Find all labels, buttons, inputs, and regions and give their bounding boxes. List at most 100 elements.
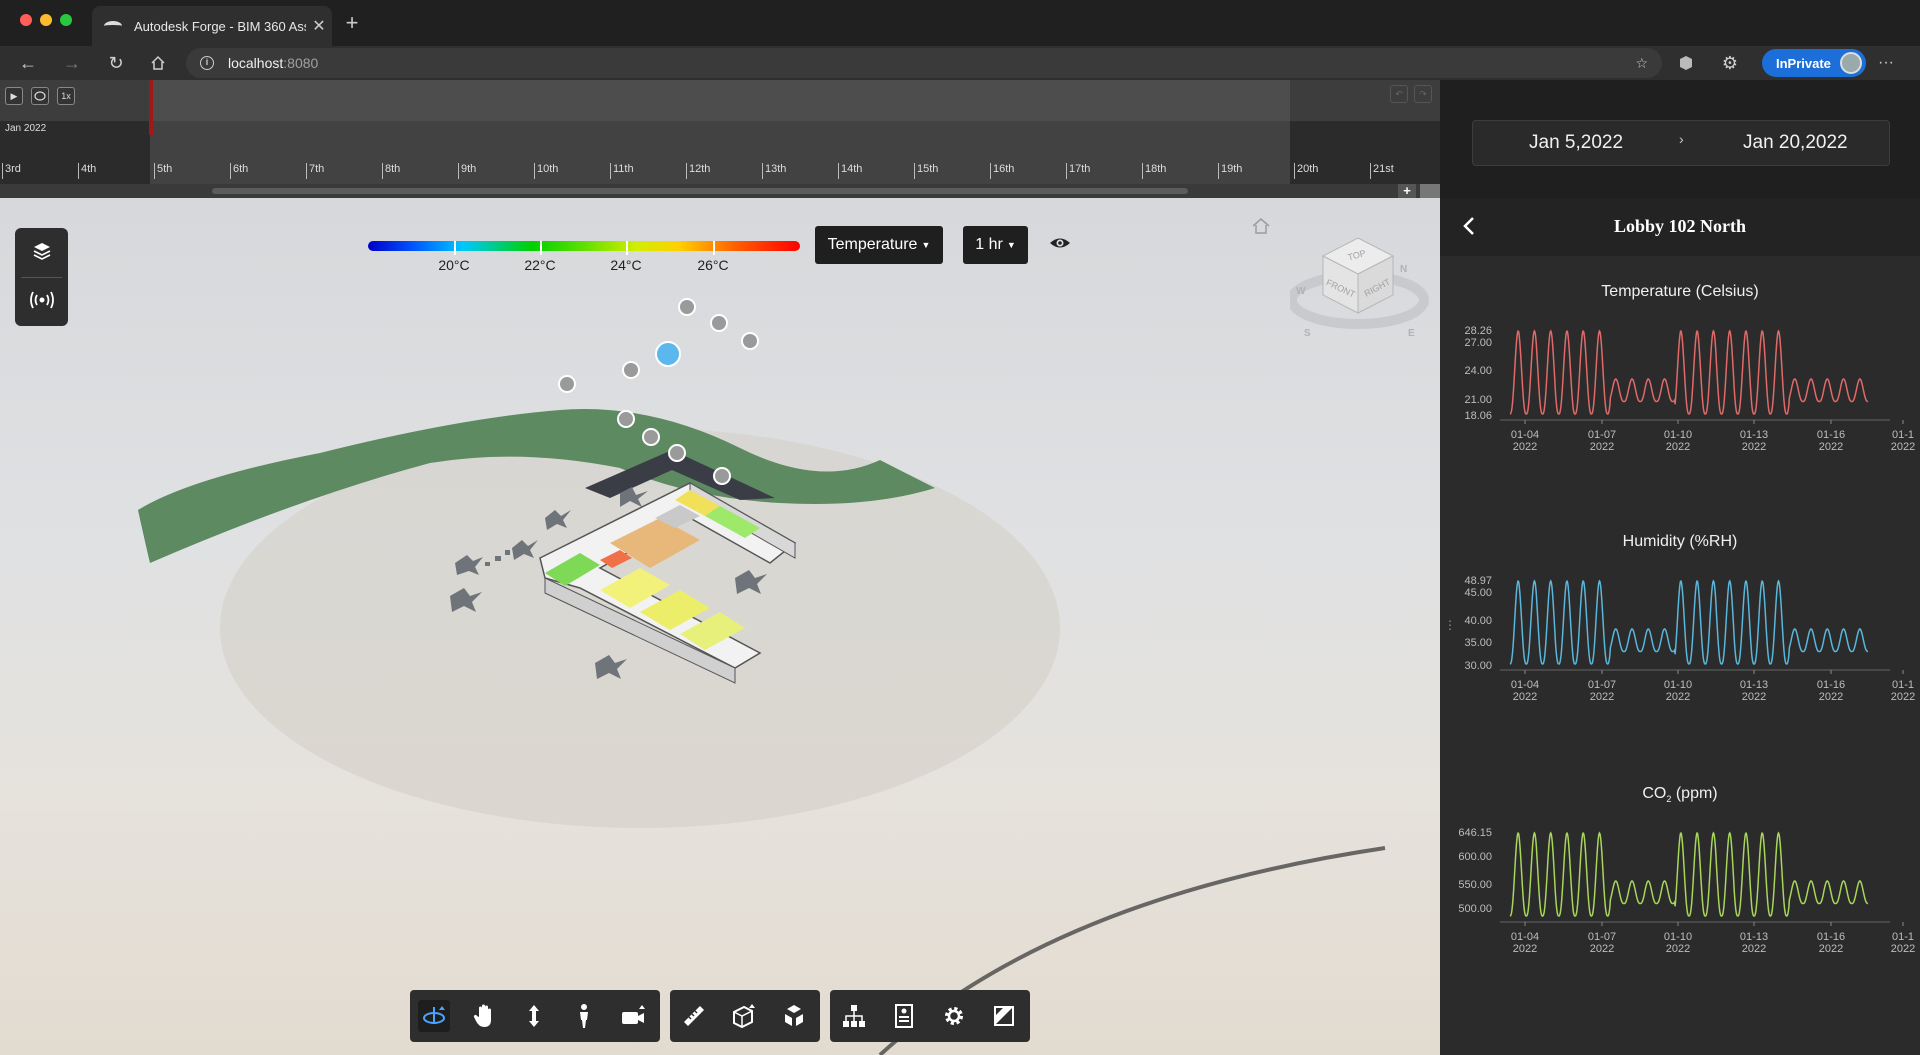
section-box-icon[interactable]	[728, 1000, 760, 1032]
date-start[interactable]: Jan 5,2022	[1529, 132, 1623, 154]
browser-tab[interactable]: Autodesk Forge - BIM 360 Asset ✕	[92, 6, 332, 46]
url-host: localhost	[228, 55, 284, 71]
timeline-selected-range[interactable]	[150, 80, 1290, 198]
home-view-icon[interactable]	[1250, 216, 1274, 238]
chart-x-tick-label: 01-13	[1740, 679, 1768, 691]
date-range-picker[interactable]: Jan 5,2022 › Jan 20,2022	[1472, 120, 1890, 166]
speed-button[interactable]: 1x	[57, 87, 75, 105]
timeline-tick: 16th	[990, 163, 1014, 179]
chart-y-tick: 48.97	[1464, 575, 1492, 587]
forward-icon[interactable]: →	[54, 46, 90, 80]
model-viewer[interactable]: 20°C 22°C 24°C 26°C Temperature ▼ 1 hr ▼…	[0, 198, 1440, 1055]
legend-label: 22°C	[524, 257, 556, 273]
play-button[interactable]: ▶	[5, 87, 23, 105]
property-dropdown[interactable]: Temperature ▼	[815, 226, 943, 264]
chart-y-tick: 30.00	[1464, 660, 1492, 672]
chart-x-tick-label: 01-07	[1588, 429, 1616, 441]
compass-s: S	[1304, 328, 1311, 339]
minimize-window-button[interactable]	[40, 14, 52, 26]
undo-icon[interactable]: ↶	[1390, 85, 1408, 103]
more-icon[interactable]: ···	[1878, 46, 1908, 80]
explode-model-icon[interactable]	[778, 1000, 810, 1032]
chart-x-tick-label: 2022	[1742, 441, 1766, 453]
home-icon[interactable]	[140, 46, 176, 80]
new-tab-button[interactable]: +	[340, 10, 364, 36]
chart-x-tick-label: 01-10	[1664, 931, 1692, 943]
date-end[interactable]: Jan 20,2022	[1743, 132, 1848, 154]
timeline-tick: 5th	[154, 163, 172, 179]
chart-x-tick-label: 01-04	[1511, 429, 1539, 441]
close-window-button[interactable]	[20, 14, 32, 26]
camera-icon[interactable]	[618, 1000, 650, 1032]
eye-icon[interactable]	[1048, 234, 1076, 256]
inprivate-badge[interactable]: InPrivate	[1762, 49, 1866, 77]
timeline-tick: 18th	[1142, 163, 1166, 179]
legend-tick	[713, 241, 715, 255]
favorites-icon[interactable]: ☆	[1635, 55, 1648, 72]
walk-person-icon[interactable]	[568, 1000, 600, 1032]
pan-hand-icon[interactable]	[468, 1000, 500, 1032]
chart-x-tick-label: 2022	[1513, 691, 1537, 703]
timeline-playhead[interactable]	[149, 80, 153, 135]
chart-series-line	[1509, 831, 1868, 917]
temperature-chart-title: Temperature (Celsius)	[1601, 283, 1759, 300]
sensor-broadcast-icon[interactable]	[27, 285, 57, 315]
chart-x-tick-label: 01-16	[1817, 679, 1845, 691]
properties-icon[interactable]	[888, 1000, 920, 1032]
chart-y-tick: 45.00	[1464, 587, 1492, 599]
building-model-scene[interactable]	[0, 198, 1440, 1055]
timeline-tick: 10th	[534, 163, 558, 179]
interval-dropdown[interactable]: 1 hr ▼	[963, 226, 1028, 264]
loop-button[interactable]	[31, 87, 49, 105]
redo-icon[interactable]: ↷	[1414, 85, 1432, 103]
extension-icon[interactable]: ⚙	[1712, 46, 1748, 80]
temperature-chart: 28.2627.0024.0021.0018.0601-04202201-072…	[1464, 325, 1915, 453]
timeline-tick: 12th	[686, 163, 710, 179]
timeline-scroll-thumb[interactable]	[212, 188, 1188, 194]
back-icon[interactable]: ←	[10, 46, 46, 80]
timeline-scroll-end	[1420, 184, 1440, 198]
browser-titlebar: Autodesk Forge - BIM 360 Asset ✕ +	[0, 0, 1920, 46]
chart-x-tick-label: 2022	[1891, 691, 1915, 703]
collections-icon[interactable]	[1668, 46, 1704, 80]
timeline: ▶ 1x ↶ ↷ Jan 2022 + 3rd 4th 5th 6th 7th 8th 9t…	[0, 80, 1440, 198]
inprivate-label: InPrivate	[1776, 55, 1831, 71]
chart-series-line	[1509, 579, 1868, 665]
timeline-tick: 7th	[306, 163, 324, 179]
zoom-dolly-icon[interactable]	[518, 1000, 550, 1032]
navigation-tools-group	[410, 990, 660, 1042]
reload-icon[interactable]: ↻	[98, 46, 134, 80]
chart-y-tick: 550.00	[1458, 879, 1492, 891]
address-bar[interactable]: i localhost:8080 ☆	[186, 48, 1662, 78]
chart-x-tick-label: 2022	[1590, 943, 1614, 955]
panel-resize-handle[interactable]: ⋮	[1444, 618, 1456, 632]
chart-x-tick-label: 01-07	[1588, 679, 1616, 691]
layers-icon[interactable]	[27, 236, 57, 266]
settings-gear-icon[interactable]	[938, 1000, 970, 1032]
timeline-tick: 14th	[838, 163, 862, 179]
measure-ruler-icon[interactable]	[678, 1000, 710, 1032]
zoom-in-button[interactable]: +	[1398, 184, 1416, 198]
timeline-tick: 17th	[1066, 163, 1090, 179]
maximize-window-button[interactable]	[60, 14, 72, 26]
model-browser-tree-icon[interactable]	[838, 1000, 870, 1032]
caret-down-icon: ▼	[921, 240, 931, 250]
chart-x-tick-label: 01-16	[1817, 931, 1845, 943]
settings-tools-group	[830, 990, 1030, 1042]
chart-x-tick-label: 01-04	[1511, 931, 1539, 943]
fullscreen-icon[interactable]	[988, 1000, 1020, 1032]
chart-y-tick: 40.00	[1464, 615, 1492, 627]
chart-y-tick: 600.00	[1458, 851, 1492, 863]
close-tab-icon[interactable]: ✕	[306, 16, 332, 36]
legend-label: 26°C	[697, 257, 729, 273]
viewcube[interactable]: W N S E TOP FRONT RIGHT	[1287, 228, 1430, 348]
orbit-icon[interactable]	[418, 1000, 450, 1032]
chart-x-tick-label: 01-10	[1664, 679, 1692, 691]
chart-series-line	[1509, 329, 1868, 415]
chart-y-tick: 24.00	[1464, 365, 1492, 377]
property-dropdown-label: Temperature	[827, 236, 918, 253]
chart-y-tick: 35.00	[1464, 637, 1492, 649]
legend-label: 24°C	[610, 257, 642, 273]
legend-gradient-bar	[368, 241, 800, 251]
info-icon[interactable]: i	[200, 56, 214, 70]
